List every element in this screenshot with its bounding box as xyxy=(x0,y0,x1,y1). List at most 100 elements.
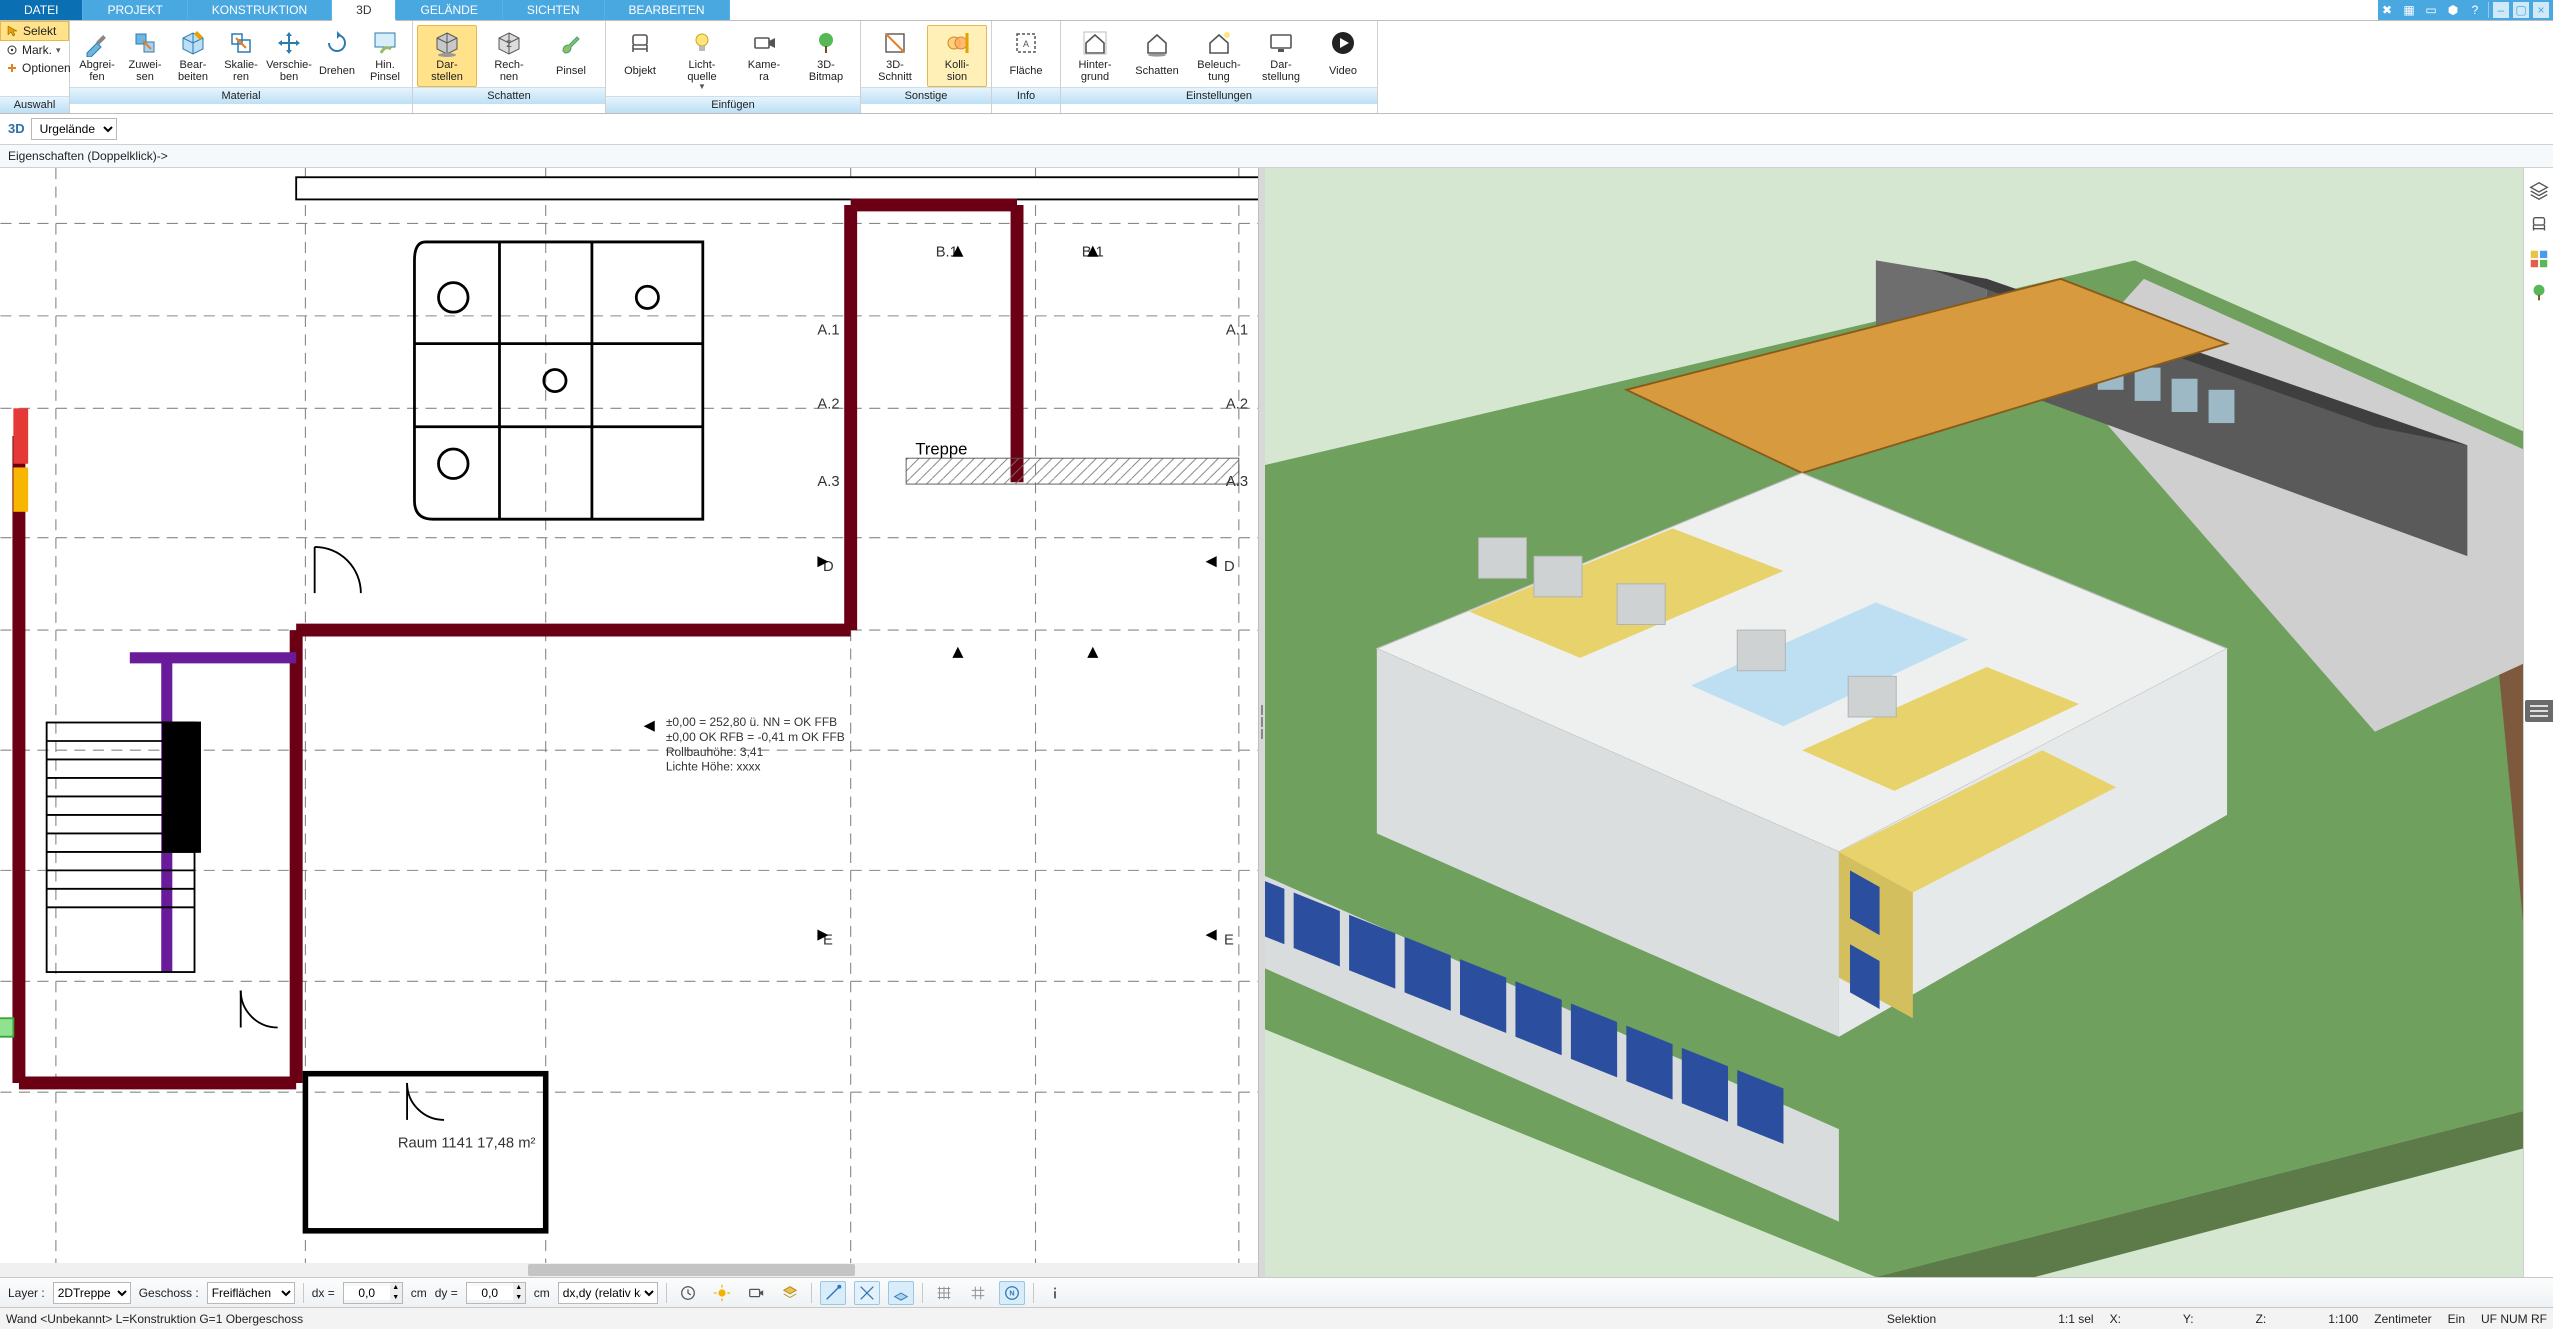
mark-button[interactable]: Mark. ▾ xyxy=(0,41,69,59)
ribbon-group-schatten: Dar-stellenΣRech-nenPinselSchatten xyxy=(413,21,606,113)
tool-move[interactable]: Verschie-ben xyxy=(266,25,312,87)
tool-edit-cube[interactable]: Bear-beiten xyxy=(170,25,216,87)
dx-down[interactable]: ▼ xyxy=(390,1293,402,1303)
palette-icon[interactable] xyxy=(2528,248,2550,270)
cascade-icon[interactable]: ▭ xyxy=(2422,1,2440,19)
tool-label: Bear-beiten xyxy=(178,59,208,83)
info-icon[interactable] xyxy=(1042,1281,1068,1305)
tool-label: Kame-ra xyxy=(748,59,780,83)
layer-label: Layer : xyxy=(8,1286,45,1300)
tool-cube-calc[interactable]: ΣRech-nen xyxy=(479,25,539,87)
chair-icon[interactable] xyxy=(2528,214,2550,236)
house-bg-icon xyxy=(1081,29,1109,57)
grid-dense-icon[interactable] xyxy=(931,1281,957,1305)
tool-area[interactable]: AFläche xyxy=(996,25,1056,87)
tool-rotate[interactable]: Drehen xyxy=(314,25,360,87)
tool-camera[interactable]: Kame-ra xyxy=(734,25,794,87)
camera-small-icon[interactable] xyxy=(743,1281,769,1305)
terrain-select[interactable]: Urgelände xyxy=(31,118,117,140)
tool-collision[interactable]: Kolli-sion xyxy=(927,25,987,87)
dx-input[interactable]: ▲▼ xyxy=(343,1282,403,1304)
restore-icon[interactable]: ▢ xyxy=(2513,2,2529,18)
layers-icon[interactable] xyxy=(2528,180,2550,202)
menu-bar: DATEI PROJEKT KONSTRUKTION 3D GELÄNDE SI… xyxy=(0,0,2553,21)
floorplan-canvas: Raum 1141 17,48 m² Treppe A.1A.1 A.2A.2 … xyxy=(0,168,1258,1277)
tile-icon[interactable]: ▦ xyxy=(2400,1,2418,19)
floor-select[interactable]: Freiflächen xyxy=(207,1282,295,1304)
brush-bg-icon xyxy=(371,29,399,57)
tool-assign[interactable]: Zuwei-sen xyxy=(122,25,168,87)
tool-bulb[interactable]: Licht-quelle▼ xyxy=(672,25,732,96)
dy-down[interactable]: ▼ xyxy=(513,1293,525,1303)
snap-endpoint-icon[interactable] xyxy=(820,1281,846,1305)
snap-plane-icon[interactable] xyxy=(888,1281,914,1305)
status-y: Y: xyxy=(2183,1312,2194,1326)
coord-mode-select[interactable]: dx,dy (relativ ka xyxy=(558,1282,658,1304)
scale-icon xyxy=(227,29,255,57)
menu-tab-bearbeiten[interactable]: BEARBEITEN xyxy=(605,0,730,20)
right-sidebar xyxy=(2523,168,2553,1277)
tree-icon[interactable] xyxy=(2528,282,2550,304)
tool-label: Hin.Pinsel xyxy=(370,59,400,83)
ribbon-group-label: Einstellungen xyxy=(1061,87,1377,104)
close-icon[interactable]: × xyxy=(2533,2,2549,18)
grid-sparse-icon[interactable] xyxy=(965,1281,991,1305)
tool-label: Dar-stellung xyxy=(1262,59,1300,83)
tool-chair[interactable]: Objekt xyxy=(610,25,670,87)
tool-section[interactable]: 3D-Schnitt xyxy=(865,25,925,87)
chair-icon xyxy=(626,29,654,57)
menu-tab-konstruktion[interactable]: KONSTRUKTION xyxy=(188,0,332,20)
dx-up[interactable]: ▲ xyxy=(390,1283,402,1293)
sun-icon[interactable] xyxy=(709,1281,735,1305)
options-button[interactable]: Optionen xyxy=(0,59,69,77)
tool-scale[interactable]: Skalie-ren xyxy=(218,25,264,87)
tool-monitor[interactable]: Dar-stellung xyxy=(1251,25,1311,87)
properties-hint[interactable]: Eigenschaften (Doppelklick)-> xyxy=(0,145,2553,168)
clock-icon[interactable] xyxy=(675,1281,701,1305)
bulb-icon xyxy=(688,29,716,57)
tool-eyedrop[interactable]: Abgrei-fen xyxy=(74,25,120,87)
pane-3d-canvas xyxy=(1265,168,2524,1277)
dx-field[interactable] xyxy=(344,1286,390,1300)
wrench-icon[interactable]: ✖ xyxy=(2378,1,2396,19)
workspace: Raum 1141 17,48 m² Treppe A.1A.1 A.2A.2 … xyxy=(0,168,2553,1277)
area-icon: A xyxy=(1012,29,1040,57)
dy-field[interactable] xyxy=(467,1286,513,1300)
ribbon-groups: Abgrei-fenZuwei-sen Bear-beiten Skalie-ren… xyxy=(70,21,2553,113)
tool-house-shadow[interactable]: Schatten xyxy=(1127,25,1187,87)
shield-icon[interactable]: ⬢ xyxy=(2444,1,2462,19)
tool-tree[interactable]: 3D-Bitmap xyxy=(796,25,856,87)
layer-select[interactable]: 2DTreppe xyxy=(53,1282,131,1304)
right-handle[interactable] xyxy=(2525,700,2553,722)
dy-input[interactable]: ▲▼ xyxy=(466,1282,526,1304)
svg-text:Rollbauhöhe: 3,41: Rollbauhöhe: 3,41 xyxy=(666,745,764,759)
menu-tab-3d[interactable]: 3D xyxy=(332,0,396,21)
snap-intersection-icon[interactable] xyxy=(854,1281,880,1305)
target-icon xyxy=(6,44,18,56)
ribbon-side-group-label: Auswahl xyxy=(0,96,69,113)
tool-brush[interactable]: Pinsel xyxy=(541,25,601,87)
menu-tab-projekt[interactable]: PROJEKT xyxy=(83,0,187,20)
pane-2d[interactable]: Raum 1141 17,48 m² Treppe A.1A.1 A.2A.2 … xyxy=(0,168,1259,1277)
tool-cube-shadow[interactable]: Dar-stellen xyxy=(417,25,477,87)
layers-small-icon[interactable] xyxy=(777,1281,803,1305)
tool-label: Verschie-ben xyxy=(266,59,312,83)
menu-tab-datei[interactable]: DATEI xyxy=(0,0,83,20)
bottom-toolbar: Layer : 2DTreppe Geschoss : Freiflächen … xyxy=(0,1277,2553,1307)
menu-tab-sichten[interactable]: SICHTEN xyxy=(503,0,605,20)
minimize-icon[interactable]: – xyxy=(2493,2,2509,18)
pane-3d[interactable] xyxy=(1265,168,2524,1277)
north-icon[interactable]: N xyxy=(999,1281,1025,1305)
select-button[interactable]: Selekt xyxy=(0,21,69,41)
menu-tab-gelaende[interactable]: GELÄNDE xyxy=(396,0,502,20)
treppe-label: Treppe xyxy=(915,439,967,458)
tool-house-light[interactable]: Beleuch-tung xyxy=(1189,25,1249,87)
hscrollbar-2d[interactable] xyxy=(0,1263,1258,1277)
tool-brush-bg[interactable]: Hin.Pinsel xyxy=(362,25,408,87)
help-icon[interactable]: ? xyxy=(2466,1,2484,19)
tool-label: 3D-Bitmap xyxy=(809,59,843,83)
dy-up[interactable]: ▲ xyxy=(513,1283,525,1293)
cursor-icon xyxy=(7,25,19,37)
tool-play[interactable]: Video xyxy=(1313,25,1373,87)
tool-house-bg[interactable]: Hinter-grund xyxy=(1065,25,1125,87)
